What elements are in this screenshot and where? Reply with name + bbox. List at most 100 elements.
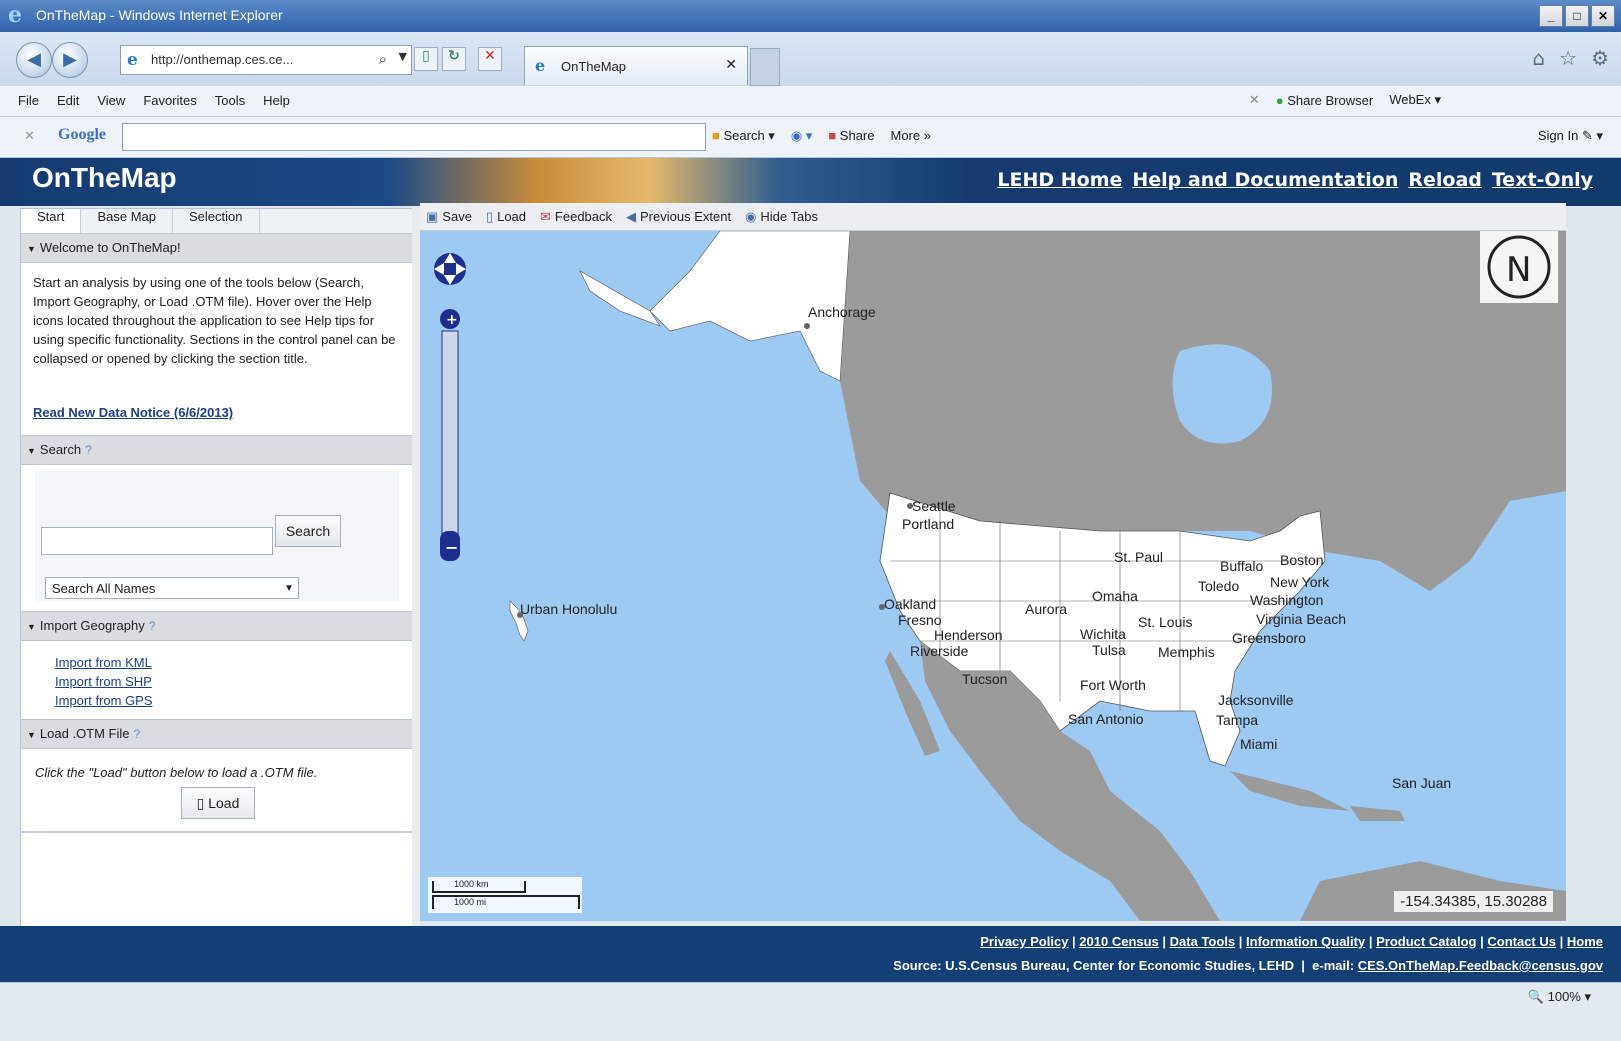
hispaniola bbox=[1350, 806, 1405, 821]
data-tools-link[interactable]: Data Tools bbox=[1170, 934, 1236, 949]
hide-tabs-button[interactable]: ◉ Hide Tabs bbox=[745, 209, 818, 225]
lehd-home-link[interactable]: LEHD Home bbox=[997, 169, 1122, 191]
new-data-notice-link[interactable]: Read New Data Notice (6/6/2013) bbox=[33, 405, 233, 420]
sign-in-button[interactable]: Sign In ✎ ▾ bbox=[1538, 128, 1603, 144]
address-bar[interactable]: e http://onthemap.ces.ce... ⌕ ▼ bbox=[120, 45, 412, 75]
svg-text:N: N bbox=[1506, 250, 1531, 290]
ie-page-icon: e bbox=[127, 50, 138, 70]
menu-tools[interactable]: Tools bbox=[215, 93, 245, 108]
panel-splitter[interactable] bbox=[412, 208, 420, 952]
webex-menu[interactable]: WebEx ▾ bbox=[1389, 92, 1441, 108]
refresh-icon[interactable]: ↻ bbox=[442, 47, 466, 71]
zoom-level[interactable]: 🔍 100% ▾ bbox=[1528, 989, 1591, 1005]
feedback-button[interactable]: ✉ Feedback bbox=[540, 209, 612, 225]
share-browser-button[interactable]: ● Share Browser bbox=[1276, 93, 1373, 108]
import-gps-link[interactable]: Import from GPS bbox=[55, 691, 153, 710]
city-oakland: Oakland bbox=[884, 596, 936, 612]
svg-text:+: + bbox=[446, 312, 458, 328]
email-label: e-mail: bbox=[1312, 958, 1355, 973]
privacy-policy-link[interactable]: Privacy Policy bbox=[980, 934, 1068, 949]
pan-control[interactable] bbox=[434, 253, 466, 285]
product-catalog-link[interactable]: Product Catalog bbox=[1376, 934, 1476, 949]
close-toolbar-icon[interactable]: ✕ bbox=[1249, 92, 1260, 108]
city-anchorage: Anchorage bbox=[808, 304, 876, 320]
new-tab-button[interactable] bbox=[750, 48, 780, 86]
city-boston: Boston bbox=[1280, 552, 1324, 568]
home-link[interactable]: Home bbox=[1567, 934, 1603, 949]
zoom-icon: 🔍 bbox=[1527, 989, 1544, 1004]
tab-title: OnTheMap bbox=[561, 59, 627, 74]
search-type-select[interactable]: Search All Names ▼ bbox=[45, 577, 299, 599]
census-2010-link[interactable]: 2010 Census bbox=[1079, 934, 1159, 949]
menu-view[interactable]: View bbox=[97, 93, 125, 108]
import-shp-link[interactable]: Import from SHP bbox=[55, 672, 153, 691]
save-button[interactable]: ▣ Save bbox=[426, 209, 472, 225]
ie-logo-icon: e bbox=[8, 2, 22, 28]
chevron-down-icon[interactable]: ▼ bbox=[399, 50, 407, 63]
information-quality-link[interactable]: Information Quality bbox=[1246, 934, 1365, 949]
favorites-star-icon[interactable]: ☆ bbox=[1559, 46, 1577, 70]
google-search-input[interactable] bbox=[122, 123, 706, 151]
map-view[interactable]: + − Anchorage Seattle Portland Oakland F… bbox=[420, 231, 1566, 921]
maximize-button[interactable]: □ bbox=[1565, 5, 1589, 27]
import-kml-link[interactable]: Import from KML bbox=[55, 653, 153, 672]
search-icon: ■ bbox=[712, 128, 720, 143]
browser-right-icons: ⌂ ☆ ⚙ bbox=[1532, 46, 1609, 70]
forward-button[interactable]: ▶ bbox=[52, 42, 88, 78]
city-san-antonio: San Antonio bbox=[1068, 711, 1144, 727]
tab-start[interactable]: Start bbox=[21, 209, 82, 236]
welcome-section-header[interactable]: ▼ Welcome to OnTheMap! bbox=[21, 233, 413, 263]
previous-extent-button[interactable]: ◀ Previous Extent bbox=[626, 209, 731, 225]
close-window-button[interactable]: ✕ bbox=[1591, 5, 1615, 27]
help-documentation-link[interactable]: Help and Documentation bbox=[1132, 169, 1398, 191]
search-icon[interactable]: ⌕ bbox=[379, 50, 387, 68]
help-icon[interactable]: ? bbox=[149, 619, 156, 633]
load-button[interactable]: ▯ Load bbox=[486, 209, 526, 225]
back-button[interactable]: ◀ bbox=[16, 42, 52, 78]
google-search-button[interactable]: ■ Search ▾ bbox=[712, 128, 775, 144]
collapse-arrow-icon: ▼ bbox=[27, 622, 36, 632]
text-only-link[interactable]: Text-Only bbox=[1492, 169, 1593, 191]
menu-edit[interactable]: Edit bbox=[57, 93, 79, 108]
search-button[interactable]: Search bbox=[275, 515, 341, 547]
tab-base-map[interactable]: Base Map bbox=[81, 209, 174, 236]
search-section-header[interactable]: ▼ Search? bbox=[21, 435, 413, 465]
stop-icon[interactable]: ✕ bbox=[478, 47, 502, 71]
contact-us-link[interactable]: Contact Us bbox=[1487, 934, 1556, 949]
file-icon: ▯ bbox=[196, 795, 205, 811]
home-icon[interactable]: ⌂ bbox=[1532, 46, 1545, 70]
close-toolbar-icon[interactable]: ✕ bbox=[24, 128, 35, 144]
browser-tab[interactable]: e OnTheMap ✕ bbox=[524, 46, 748, 85]
search-input[interactable] bbox=[41, 527, 273, 555]
minimize-button[interactable]: _ bbox=[1539, 5, 1563, 27]
city-tulsa: Tulsa bbox=[1092, 642, 1126, 658]
reload-link[interactable]: Reload bbox=[1408, 169, 1482, 191]
help-icon[interactable]: ? bbox=[85, 443, 92, 457]
svg-text:−: − bbox=[445, 538, 458, 557]
close-tab-icon[interactable]: ✕ bbox=[725, 57, 737, 73]
tab-selection[interactable]: Selection bbox=[173, 209, 260, 236]
menu-help[interactable]: Help bbox=[263, 93, 290, 108]
city-virginia-beach: Virginia Beach bbox=[1256, 611, 1346, 627]
menu-favorites[interactable]: Favorites bbox=[143, 93, 196, 108]
translate-icon[interactable]: ◉ ▾ bbox=[791, 128, 812, 144]
zoom-control[interactable]: + − bbox=[440, 309, 460, 561]
more-button[interactable]: More » bbox=[891, 128, 931, 144]
feedback-email-link[interactable]: CES.OnTheMap.Feedback@census.gov bbox=[1358, 958, 1603, 973]
window-title-bar: e OnTheMap - Windows Internet Explorer _… bbox=[0, 0, 1621, 32]
import-geography-section-header[interactable]: ▼ Import Geography? bbox=[21, 611, 413, 641]
load-otm-section-header[interactable]: ▼ Load .OTM File? bbox=[21, 719, 413, 749]
google-logo: Google bbox=[58, 126, 106, 143]
menu-file[interactable]: File bbox=[18, 93, 39, 108]
load-otm-button[interactable]: ▯ Load bbox=[181, 787, 255, 819]
share-button[interactable]: ■ Share bbox=[828, 128, 874, 144]
window-controls: _ □ ✕ bbox=[1539, 5, 1615, 27]
compatibility-view-icon[interactable]: ▯ bbox=[414, 47, 438, 71]
city-henderson: Henderson bbox=[934, 627, 1003, 643]
north-arrow-control[interactable]: N bbox=[1480, 231, 1558, 303]
footer-links: Privacy Policy | 2010 Census | Data Tool… bbox=[980, 934, 1603, 949]
help-icon[interactable]: ? bbox=[134, 727, 141, 741]
app-header: OnTheMap LEHD Home Help and Documentatio… bbox=[0, 158, 1621, 206]
gear-icon[interactable]: ⚙ bbox=[1591, 46, 1609, 70]
cursor-coordinates: -154.34385, 15.30288 bbox=[1393, 890, 1554, 913]
